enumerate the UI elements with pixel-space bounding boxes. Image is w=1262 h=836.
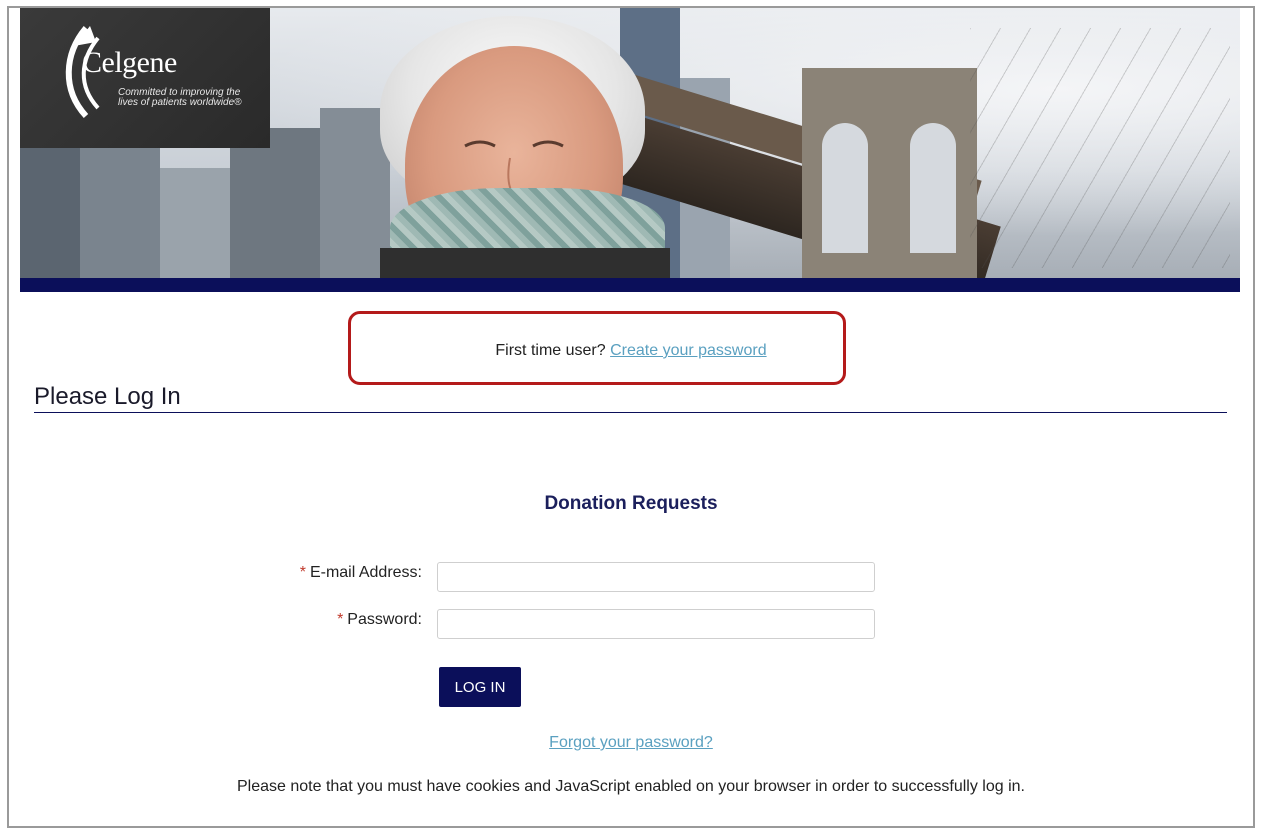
banner-accent-bar [20, 278, 1240, 292]
password-label-text: Password: [347, 611, 422, 628]
building-shape [160, 168, 230, 278]
email-label: * E-mail Address: [30, 564, 422, 582]
bridge-tower [802, 68, 977, 278]
hero-banner: Celgene Committed to improving the lives… [20, 8, 1240, 278]
first-time-prompt: First time user? [495, 342, 606, 359]
email-field[interactable] [437, 562, 875, 592]
bridge-cables [970, 28, 1230, 268]
password-label: * Password: [30, 611, 422, 629]
tower-arch [822, 123, 868, 253]
page-title: Please Log In [34, 383, 181, 410]
heading-divider [34, 412, 1227, 413]
first-time-user-line: First time user? Create your password [0, 342, 1262, 360]
building-shape [230, 128, 320, 278]
create-password-link[interactable]: Create your password [610, 342, 767, 359]
forgot-password-link[interactable]: Forgot your password? [549, 734, 713, 751]
login-button[interactable]: LOG IN [439, 667, 521, 707]
building-shape [20, 128, 80, 278]
tower-arch [910, 123, 956, 253]
cookies-note: Please note that you must have cookies a… [237, 778, 1025, 795]
logo-tagline: Committed to improving the lives of pati… [118, 87, 242, 108]
section-title: Donation Requests [544, 493, 718, 514]
password-field[interactable] [437, 609, 875, 639]
required-marker: * [337, 611, 344, 628]
portrait-coat [380, 248, 670, 278]
forgot-password-line: Forgot your password? [0, 734, 1262, 752]
logo-wordmark: Celgene [82, 46, 177, 79]
building-shape [80, 148, 160, 278]
required-marker: * [299, 564, 306, 581]
celgene-logo: Celgene Committed to improving the lives… [20, 8, 270, 148]
email-label-text: E-mail Address: [309, 564, 422, 581]
